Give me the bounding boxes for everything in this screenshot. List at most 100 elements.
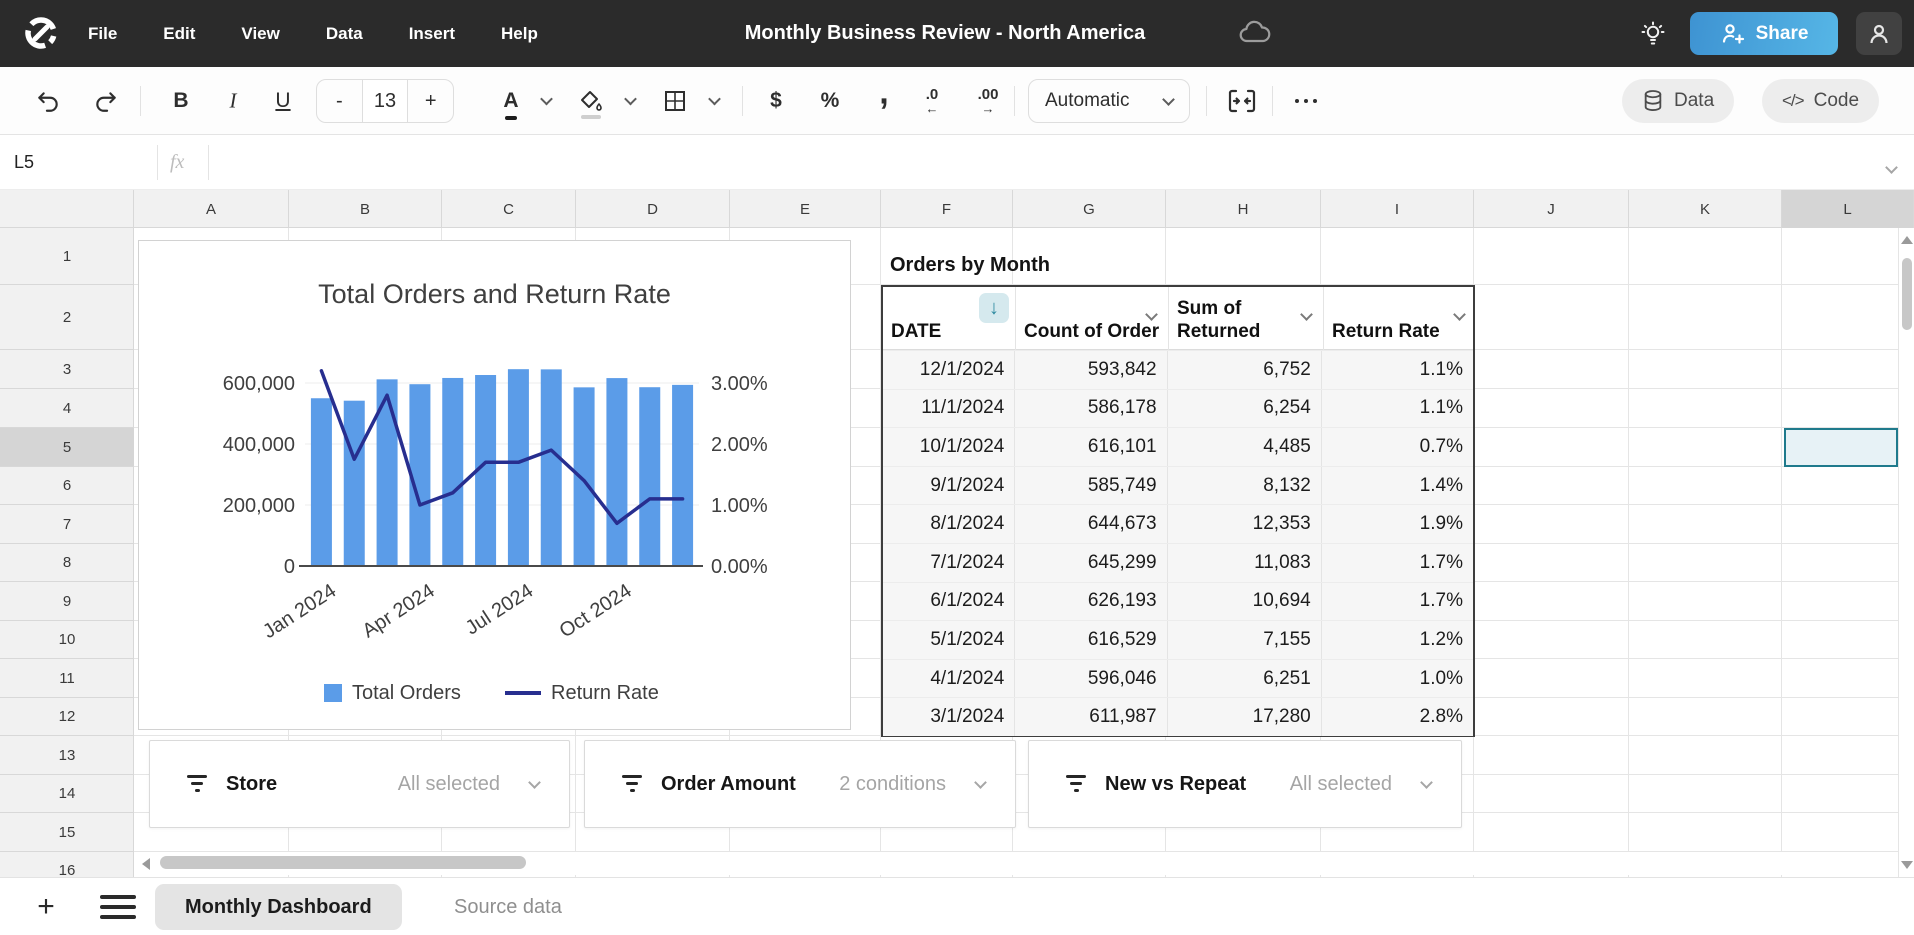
pivot-cell[interactable]: 17,280 <box>1167 698 1321 736</box>
column-header-K[interactable]: K <box>1629 190 1782 228</box>
pivot-cell[interactable]: 11/1/2024 <box>883 390 1014 428</box>
pivot-cell[interactable]: 6,752 <box>1167 351 1321 389</box>
currency-format-button[interactable]: $ <box>758 89 794 113</box>
selected-cell-L5[interactable] <box>1784 428 1898 467</box>
undo-button[interactable] <box>30 88 66 114</box>
pivot-header-count-of-order[interactable]: Count of Order <box>1015 287 1168 350</box>
tab-source-data[interactable]: Source data <box>454 884 562 930</box>
row-header-3[interactable]: 3 <box>0 350 134 389</box>
column-header-D[interactable]: D <box>576 190 730 228</box>
column-header-E[interactable]: E <box>730 190 881 228</box>
vertical-scrollbar[interactable] <box>1898 228 1914 877</box>
pivot-cell[interactable]: 6/1/2024 <box>883 583 1014 621</box>
borders-button[interactable] <box>660 89 690 113</box>
text-color-dropdown[interactable] <box>536 98 556 103</box>
code-panel-button[interactable]: </> Code <box>1762 79 1879 123</box>
pivot-cell[interactable]: 7,155 <box>1167 621 1321 659</box>
account-avatar-button[interactable] <box>1856 12 1902 55</box>
pivot-cell[interactable]: 644,673 <box>1014 505 1166 543</box>
pivot-cell[interactable]: 8,132 <box>1167 467 1321 505</box>
pivot-cell[interactable]: 1.1% <box>1321 351 1473 389</box>
pivot-cell[interactable]: 1.1% <box>1321 390 1473 428</box>
row-header-6[interactable]: 6 <box>0 467 134 505</box>
row-header-7[interactable]: 7 <box>0 505 134 544</box>
horizontal-scroll-thumb[interactable] <box>160 856 526 869</box>
pivot-cell[interactable]: 4,485 <box>1167 428 1321 466</box>
row-header-13[interactable]: 13 <box>0 736 134 775</box>
redo-button[interactable] <box>88 88 124 114</box>
font-size-value[interactable]: 13 <box>362 80 409 122</box>
row-header-15[interactable]: 15 <box>0 813 134 852</box>
vertical-scroll-thumb[interactable] <box>1902 258 1912 330</box>
column-header-F[interactable]: F <box>881 190 1013 228</box>
more-options-button[interactable] <box>1288 99 1324 103</box>
font-size-decrease-button[interactable]: - <box>317 80 362 122</box>
column-header-A[interactable]: A <box>134 190 289 228</box>
column-header-C[interactable]: C <box>442 190 576 228</box>
share-button[interactable]: Share <box>1690 12 1838 55</box>
filter-chip-store[interactable]: Store All selected <box>149 740 570 828</box>
pivot-table-title[interactable]: Orders by Month <box>890 254 1050 277</box>
chart-card[interactable]: Total Orders and Return Rate0200,000400,… <box>138 240 851 730</box>
pivot-cell[interactable]: 4/1/2024 <box>883 660 1014 698</box>
pivot-cell[interactable]: 1.9% <box>1321 505 1473 543</box>
row-header-2[interactable]: 2 <box>0 285 134 350</box>
fit-cell-button[interactable] <box>1222 88 1262 114</box>
chevron-down-icon[interactable] <box>1455 303 1464 326</box>
pivot-cell[interactable]: 9/1/2024 <box>883 467 1014 505</box>
select-all-corner[interactable] <box>0 190 134 228</box>
scroll-down-arrow[interactable] <box>1901 861 1913 869</box>
data-panel-button[interactable]: Data <box>1622 79 1734 123</box>
borders-dropdown[interactable] <box>704 98 724 103</box>
row-header-4[interactable]: 4 <box>0 389 134 428</box>
pivot-cell[interactable]: 3/1/2024 <box>883 698 1014 736</box>
column-header-L[interactable]: L <box>1782 190 1914 228</box>
pivot-cell[interactable]: 626,193 <box>1014 583 1166 621</box>
increase-decimals-button[interactable]: .00→ <box>966 87 1010 115</box>
menu-file[interactable]: File <box>88 24 117 44</box>
column-header-J[interactable]: J <box>1474 190 1629 228</box>
pivot-cell[interactable]: 616,529 <box>1014 621 1166 659</box>
add-sheet-button[interactable]: + <box>26 887 66 927</box>
pivot-cell[interactable]: 645,299 <box>1014 544 1166 582</box>
thousands-separator-button[interactable]: , <box>866 73 902 128</box>
formula-input[interactable] <box>220 135 1854 190</box>
pivot-cell[interactable]: 1.2% <box>1321 621 1473 659</box>
scroll-left-arrow[interactable] <box>142 858 150 870</box>
italic-button[interactable]: I <box>215 88 251 113</box>
sheet-list-button[interactable] <box>100 895 136 919</box>
row-header-12[interactable]: 12 <box>0 698 134 736</box>
column-header-H[interactable]: H <box>1166 190 1321 228</box>
pivot-cell[interactable]: 585,749 <box>1014 467 1166 505</box>
horizontal-scrollbar[interactable] <box>134 852 1898 875</box>
pivot-cell[interactable]: 1.7% <box>1321 583 1473 621</box>
row-header-11[interactable]: 11 <box>0 659 134 698</box>
formula-bar-expand-chevron[interactable] <box>1887 159 1896 177</box>
pivot-cell[interactable]: 5/1/2024 <box>883 621 1014 659</box>
pivot-cell[interactable]: 7/1/2024 <box>883 544 1014 582</box>
pivot-cell[interactable]: 1.4% <box>1321 467 1473 505</box>
row-header-14[interactable]: 14 <box>0 775 134 813</box>
cell-reference-box[interactable]: L5 <box>14 135 34 190</box>
column-header-I[interactable]: I <box>1321 190 1474 228</box>
filter-chip-new-vs-repeat[interactable]: New vs Repeat All selected <box>1028 740 1462 828</box>
pivot-cell[interactable]: 10,694 <box>1167 583 1321 621</box>
column-header-G[interactable]: G <box>1013 190 1166 228</box>
pivot-cell[interactable]: 8/1/2024 <box>883 505 1014 543</box>
pivot-cell[interactable]: 2.8% <box>1321 698 1473 736</box>
pivot-cell[interactable]: 6,251 <box>1167 660 1321 698</box>
column-header-B[interactable]: B <box>289 190 442 228</box>
percent-format-button[interactable]: % <box>812 89 848 113</box>
pivot-cell[interactable]: 611,987 <box>1014 698 1166 736</box>
menu-help[interactable]: Help <box>501 24 538 44</box>
app-logo-icon[interactable] <box>22 14 60 52</box>
pivot-header-return-rate[interactable]: Return Rate <box>1323 287 1476 350</box>
tab-monthly-dashboard[interactable]: Monthly Dashboard <box>155 884 402 930</box>
row-header-8[interactable]: 8 <box>0 544 134 582</box>
font-size-increase-button[interactable]: + <box>408 80 453 122</box>
pivot-cell[interactable]: 6,254 <box>1167 390 1321 428</box>
sort-desc-icon[interactable]: ↓ <box>979 293 1009 323</box>
row-header-1[interactable]: 1 <box>0 228 134 285</box>
bold-button[interactable]: B <box>163 89 199 113</box>
chevron-down-icon[interactable] <box>1147 303 1156 326</box>
